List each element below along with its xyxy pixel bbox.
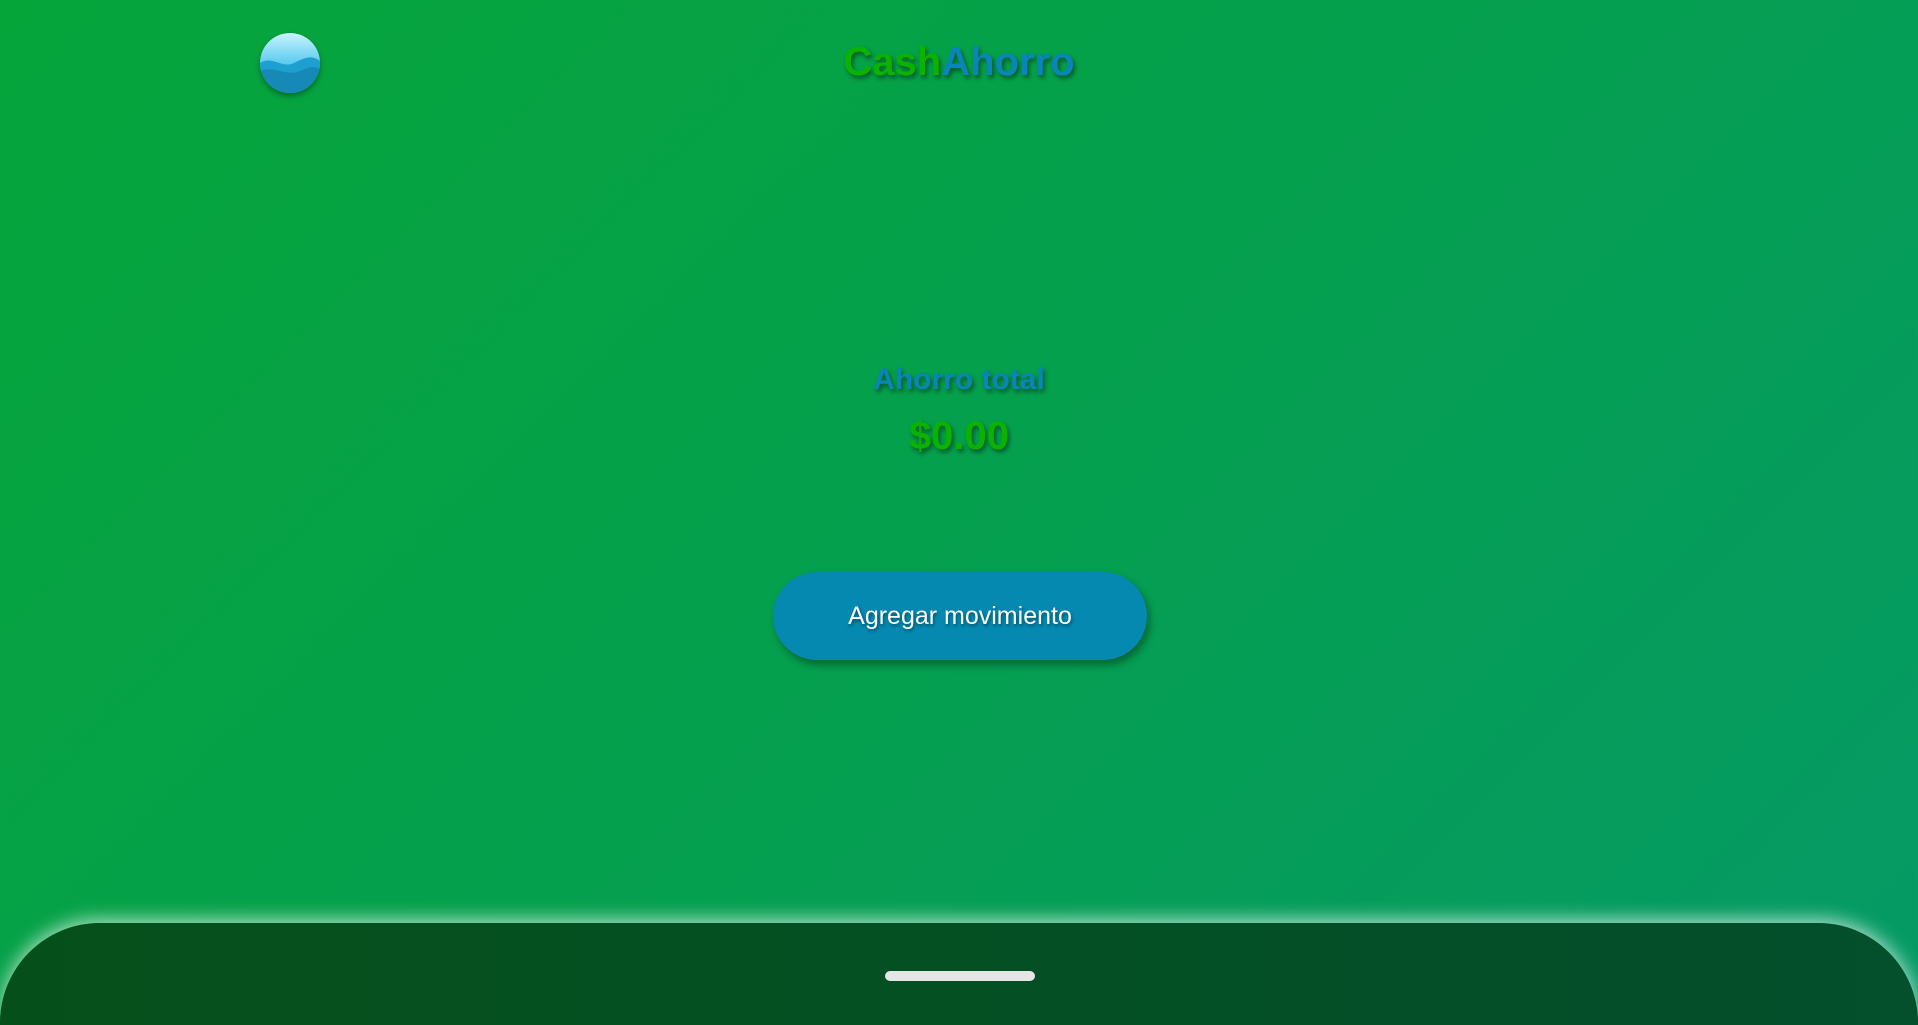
app-title-cash: Cash bbox=[843, 40, 942, 84]
home-indicator[interactable] bbox=[885, 971, 1035, 981]
total-savings-label: Ahorro total bbox=[873, 363, 1045, 396]
add-movement-button[interactable]: Agregar movimiento bbox=[773, 572, 1147, 660]
app-title-ahorro: Ahorro bbox=[941, 40, 1075, 84]
app-title: CashAhorro bbox=[0, 38, 1918, 86]
total-savings-amount: $0.00 bbox=[908, 414, 1010, 458]
